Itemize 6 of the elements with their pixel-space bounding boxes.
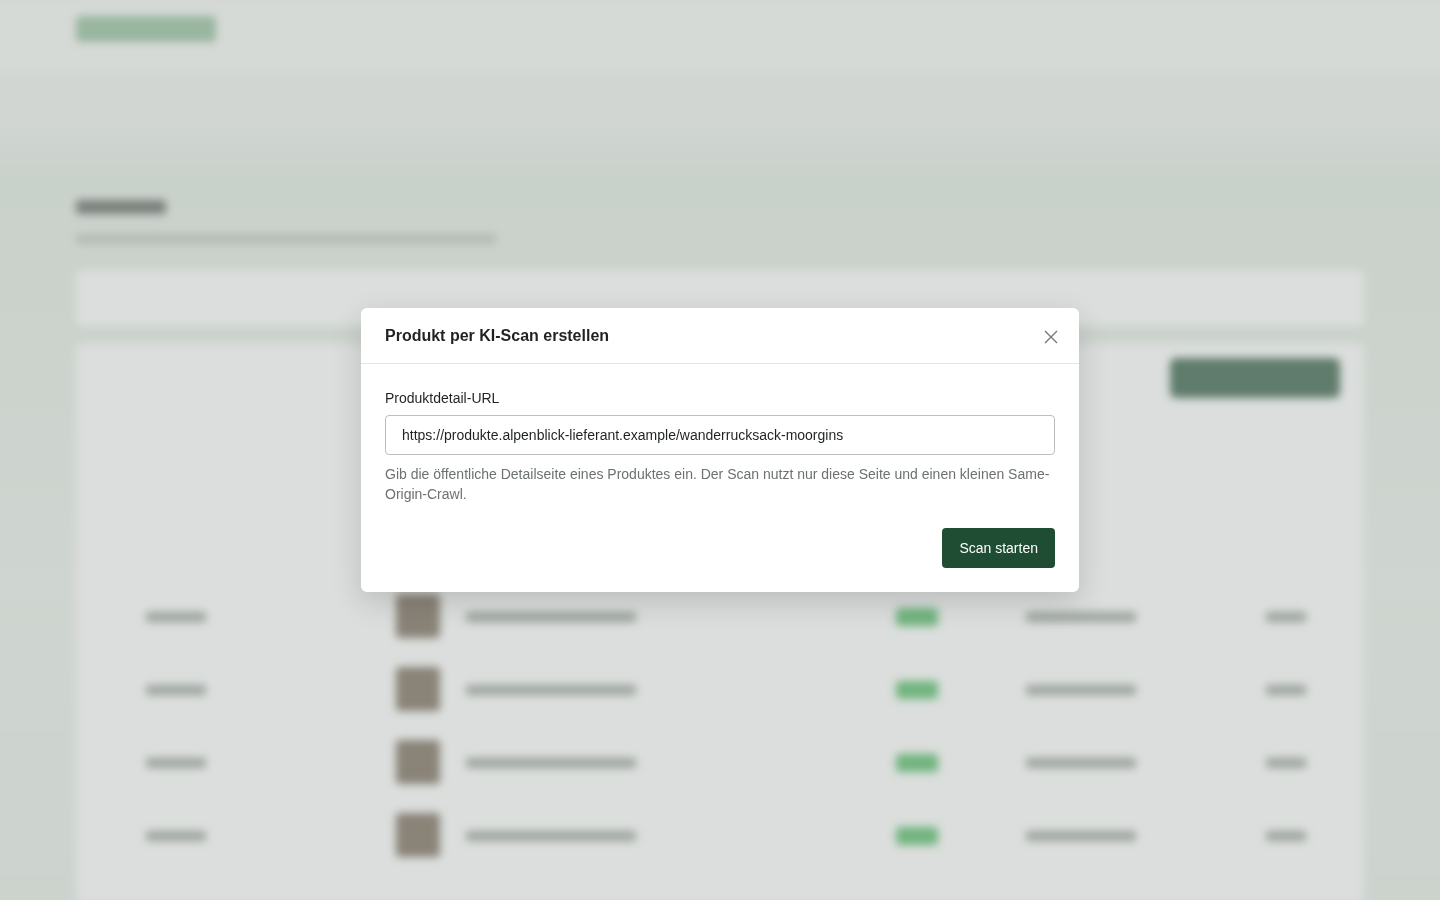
dialog-title: Produkt per KI-Scan erstellen: [385, 326, 610, 345]
close-icon[interactable]: [1043, 328, 1059, 345]
scan-button[interactable]: Scan starten: [942, 528, 1055, 568]
url-field[interactable]: https://produkte.alpenblick-lieferant.example/wanderrucksack-moorgins: [385, 415, 1055, 455]
help-text: Gib die öffentliche Detailseite eines Produktes ein. Der Scan nutzt nur diese Seite und einen kleinen Same-Origin-Crawl.: [385, 465, 1051, 504]
field-label: Produktdetail-URL: [385, 390, 501, 406]
